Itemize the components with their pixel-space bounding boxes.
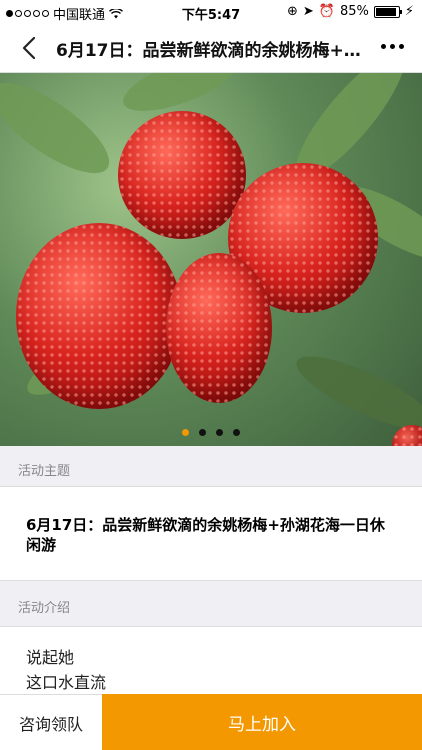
more-dot-icon — [381, 44, 386, 49]
more-dot-icon — [390, 44, 395, 49]
banner-carousel[interactable] — [0, 73, 422, 446]
alarm-icon: ⏰ — [318, 4, 335, 19]
pager-dot[interactable] — [233, 429, 240, 436]
consult-leader-button[interactable]: 咨询领队 — [0, 694, 102, 750]
bayberry-image — [118, 111, 246, 239]
pager-dot[interactable] — [216, 429, 223, 436]
join-now-button[interactable]: 马上加入 — [102, 694, 422, 750]
chevron-left-icon — [22, 36, 36, 60]
more-button[interactable] — [381, 44, 404, 49]
carousel-pager — [0, 429, 422, 436]
pager-dot[interactable] — [182, 429, 189, 436]
rotation-lock-icon: ⊕ — [286, 4, 298, 19]
more-dot-icon — [399, 44, 404, 49]
bayberry-image — [16, 223, 182, 409]
charging-icon: ⚡ — [404, 4, 414, 19]
back-button[interactable] — [16, 34, 44, 62]
page-title: 6月17日：品尝新鲜欲滴的余姚杨梅+孙湖花海一日休闲游 — [56, 41, 366, 61]
bottom-action-bar: 咨询领队 马上加入 — [0, 694, 422, 750]
status-bar: 中国联通 下午5:47 ⊕ ➤ ⏰ 85% ⚡ — [0, 0, 422, 24]
status-right: ⊕ ➤ ⏰ 85% ⚡ — [287, 4, 414, 19]
theme-text: 6月17日：品尝新鲜欲滴的余姚杨梅+孙湖花海一日休闲游 — [26, 516, 385, 554]
location-icon: ➤ — [302, 4, 314, 19]
intro-line: 这口水直流 — [26, 673, 107, 692]
leaf-image — [0, 73, 122, 189]
battery-percent: 85% — [339, 4, 369, 19]
theme-card: 6月17日：品尝新鲜欲滴的余姚杨梅+孙湖花海一日休闲游 — [0, 486, 422, 581]
nav-bar: 6月17日：品尝新鲜欲滴的余姚杨梅+孙湖花海一日休闲游 — [0, 24, 422, 73]
intro-section-label: 活动介绍 — [0, 590, 422, 628]
bayberry-image — [166, 253, 272, 403]
battery-icon — [373, 5, 402, 18]
pager-dot[interactable] — [199, 429, 206, 436]
intro-line: 说起她 — [26, 648, 75, 667]
